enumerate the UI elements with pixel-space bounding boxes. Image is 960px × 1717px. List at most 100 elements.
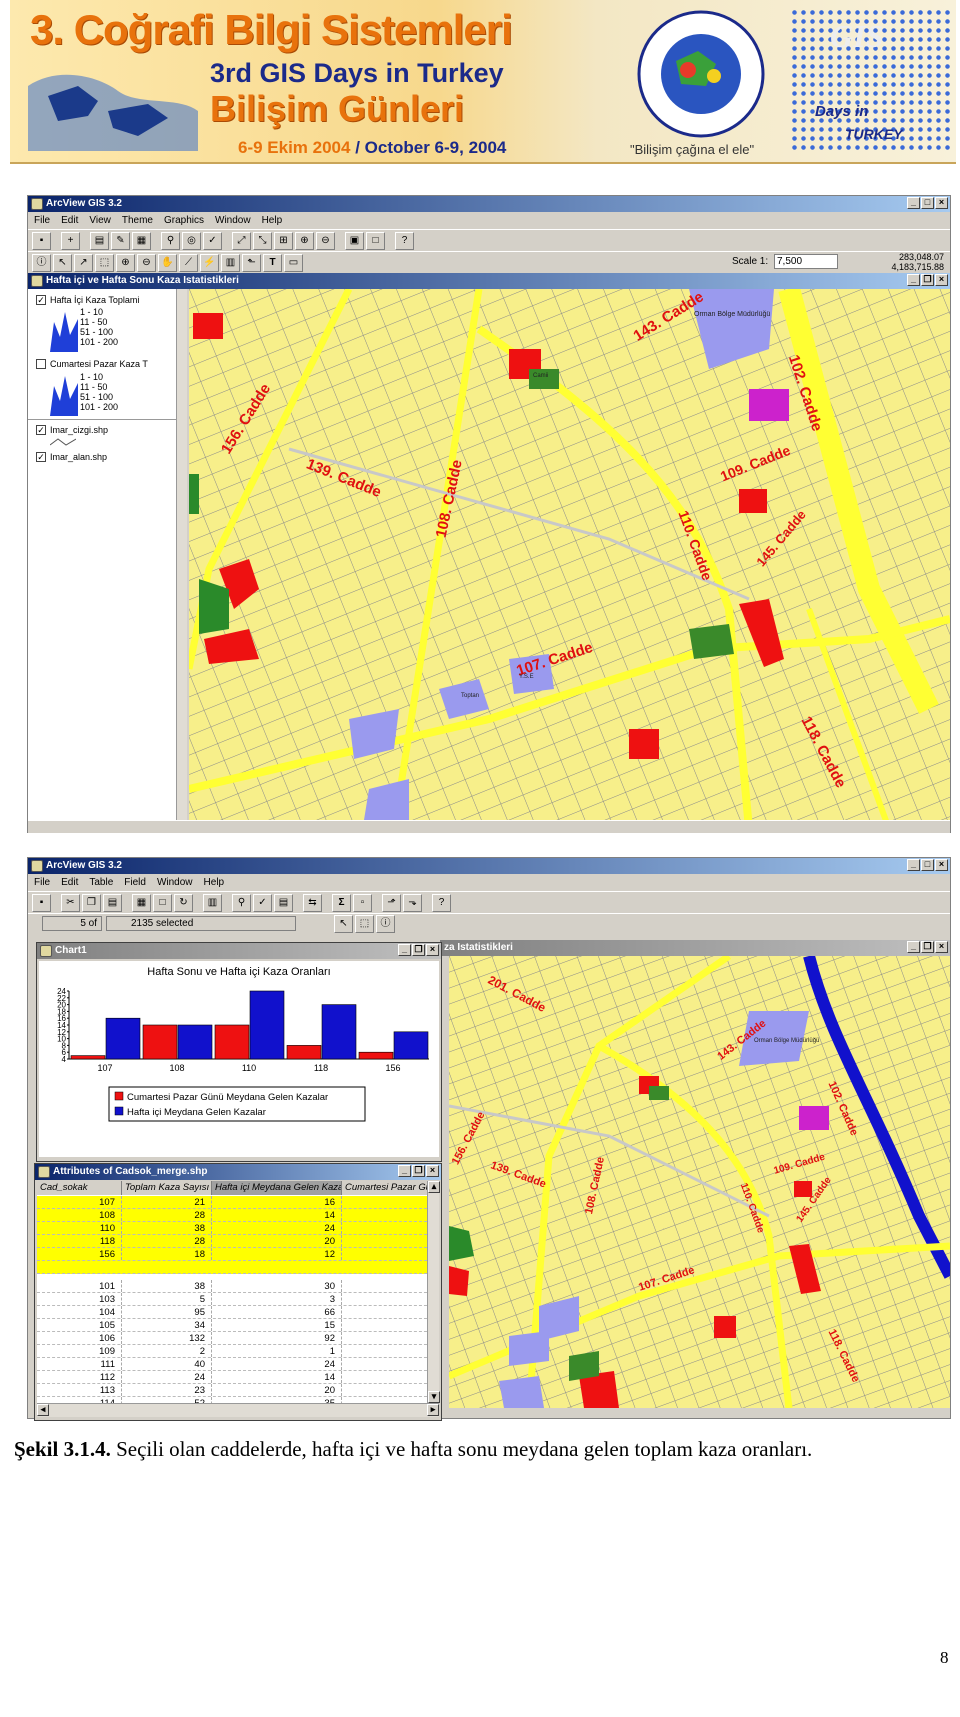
paste-icon[interactable]: ▤	[103, 893, 122, 912]
find-icon[interactable]: ⚲	[232, 893, 251, 912]
table-row[interactable]: 105 34 15	[37, 1319, 427, 1332]
table-row[interactable]: 101 38 30	[37, 1280, 427, 1293]
table-row[interactable]: 109 2 1	[37, 1345, 427, 1358]
theme-properties-icon[interactable]: ▤	[90, 231, 109, 250]
menu-edit[interactable]: Edit	[61, 874, 78, 891]
menu-help[interactable]: Help	[204, 874, 225, 891]
layout-icon[interactable]: □	[366, 231, 385, 250]
table-close-button[interactable]: ×	[426, 1165, 439, 1177]
join-icon[interactable]: ⇆	[303, 893, 322, 912]
menu-window[interactable]: Window	[215, 212, 251, 229]
select-none-icon[interactable]: □	[153, 893, 172, 912]
help-icon[interactable]: ?	[432, 893, 451, 912]
table-row[interactable]: 104 95 66	[37, 1306, 427, 1319]
theme-hidden-checkbox[interactable]	[36, 359, 46, 369]
scroll-right-button[interactable]: ▸	[427, 1404, 439, 1416]
zoom-out-tool-icon[interactable]: ⊖	[137, 253, 156, 272]
column-header-sorted[interactable]: Hafta içi Meydana Gelen Kazalar	[212, 1181, 342, 1195]
save-icon[interactable]: ▪	[32, 231, 51, 250]
zoom-full-icon[interactable]: ⤢	[232, 231, 251, 250]
maximize-button[interactable]: □	[921, 197, 934, 209]
map-canvas[interactable]: 156. Cadde 139. Cadde 108. Cadde 143. Ca…	[189, 289, 950, 820]
switch-selection-icon[interactable]: ↻	[174, 893, 193, 912]
menu-file[interactable]: File	[34, 874, 50, 891]
toc-theme-cumartesi[interactable]: Cumartesi Pazar Kaza T	[36, 359, 148, 369]
draw-tool-icon[interactable]: ▭	[284, 253, 303, 272]
measure-icon[interactable]: ⟋	[179, 253, 198, 272]
horizontal-scrollbar[interactable]: ◂ ▸	[37, 1403, 439, 1417]
theme-visible-checkbox[interactable]: ✓	[36, 425, 46, 435]
menu-field[interactable]: Field	[124, 874, 146, 891]
label-icon[interactable]: ⬑	[242, 253, 261, 272]
table-restore-button[interactable]: ❐	[412, 1165, 425, 1177]
query-icon[interactable]: ✓	[253, 893, 272, 912]
table-row[interactable]: 111 40 24	[37, 1358, 427, 1371]
pan-icon[interactable]: ✋	[158, 253, 177, 272]
menu-file[interactable]: File	[34, 212, 50, 229]
add-theme-icon[interactable]: +	[61, 231, 80, 250]
copy-icon[interactable]: ❐	[82, 893, 101, 912]
promote-icon[interactable]: ▤	[274, 893, 293, 912]
menu-help[interactable]: Help	[262, 212, 283, 229]
column-header[interactable]: Cumartesi Pazar Günü	[342, 1181, 427, 1195]
scroll-up-button[interactable]: ▴	[428, 1181, 440, 1193]
selected-table-row[interactable]: 118 28 20	[37, 1235, 427, 1248]
sort-ascending-icon[interactable]: ⬏	[382, 893, 401, 912]
theme-visible-checkbox[interactable]: ✓	[36, 452, 46, 462]
minimize-button[interactable]: _	[907, 859, 920, 871]
text-tool-icon[interactable]: T	[263, 253, 282, 272]
close-button[interactable]: ×	[935, 859, 948, 871]
selected-table-row[interactable]: 156 18 12	[37, 1248, 427, 1261]
query-builder-icon[interactable]: ✓	[203, 231, 222, 250]
toc-theme-imar-cizgi[interactable]: ✓ Imar_cizgi.shp	[36, 425, 108, 435]
identify-icon[interactable]: ⓘ	[376, 915, 395, 933]
zoom-active-icon[interactable]: ⤡	[253, 231, 272, 250]
summarize-icon[interactable]: Σ	[332, 893, 351, 912]
table-row[interactable]: 103 5 3	[37, 1293, 427, 1306]
selected-table-row[interactable]: 110 38 24	[37, 1222, 427, 1235]
theme-visible-checkbox[interactable]: ✓	[36, 295, 46, 305]
select-features-icon[interactable]: ▣	[345, 231, 364, 250]
menu-theme[interactable]: Theme	[122, 212, 153, 229]
chart-minimize-button[interactable]: _	[398, 944, 411, 956]
menu-view[interactable]: View	[89, 212, 111, 229]
maximize-button[interactable]: □	[921, 859, 934, 871]
scroll-down-button[interactable]: ▾	[428, 1391, 440, 1403]
table-row[interactable]: 112 24 14	[37, 1371, 427, 1384]
view-close-button[interactable]: ×	[935, 274, 948, 286]
select-all-icon[interactable]: ▦	[132, 893, 151, 912]
pointer-icon[interactable]: ↖	[53, 253, 72, 272]
help-icon[interactable]: ?	[395, 231, 414, 250]
open-table-icon[interactable]: ▦	[132, 231, 151, 250]
pointer-icon[interactable]: ↖	[334, 915, 353, 933]
scale-input[interactable]: 7,500	[774, 254, 838, 269]
find-icon[interactable]: ⚲	[161, 231, 180, 250]
vertical-scrollbar[interactable]: ▴ ▾	[427, 1181, 440, 1403]
vertex-edit-icon[interactable]: ↗	[74, 253, 93, 272]
selected-table-row[interactable]: 108 28 14	[37, 1209, 427, 1222]
save-icon[interactable]: ▪	[32, 893, 51, 912]
locate-icon[interactable]: ◎	[182, 231, 201, 250]
sort-descending-icon[interactable]: ⬎	[403, 893, 422, 912]
select-feature-icon[interactable]: ⬚	[95, 253, 114, 272]
zoom-selected-icon[interactable]: ⊞	[274, 231, 293, 250]
map-canvas[interactable]: 201. Cadde 143. Cadde 102. Cadde 109. Ca…	[449, 956, 950, 1408]
identify-icon[interactable]: ⓘ	[32, 253, 51, 272]
toc-scrollbar[interactable]	[176, 289, 187, 820]
view-restore-button[interactable]: ❐	[921, 274, 934, 286]
column-header[interactable]: Toplam Kaza Sayısı	[122, 1181, 212, 1195]
toc-theme-imar-alan[interactable]: ✓ Imar_alan.shp	[36, 452, 107, 462]
menu-table[interactable]: Table	[89, 874, 113, 891]
chart-close-button[interactable]: ×	[426, 944, 439, 956]
selected-table-row[interactable]: 107 21 16	[37, 1196, 427, 1209]
legend-editor-icon[interactable]: ✎	[111, 231, 130, 250]
zoom-in-icon[interactable]: ⊕	[295, 231, 314, 250]
table-row[interactable]: 106 132 92	[37, 1332, 427, 1345]
area-of-interest-icon[interactable]: ▥	[221, 253, 240, 272]
close-button[interactable]: ×	[935, 197, 948, 209]
view-restore-button[interactable]: ❐	[921, 941, 934, 953]
minimize-button[interactable]: _	[907, 197, 920, 209]
chart-restore-button[interactable]: ❐	[412, 944, 425, 956]
zoom-in-tool-icon[interactable]: ⊕	[116, 253, 135, 272]
view-close-button[interactable]: ×	[935, 941, 948, 953]
